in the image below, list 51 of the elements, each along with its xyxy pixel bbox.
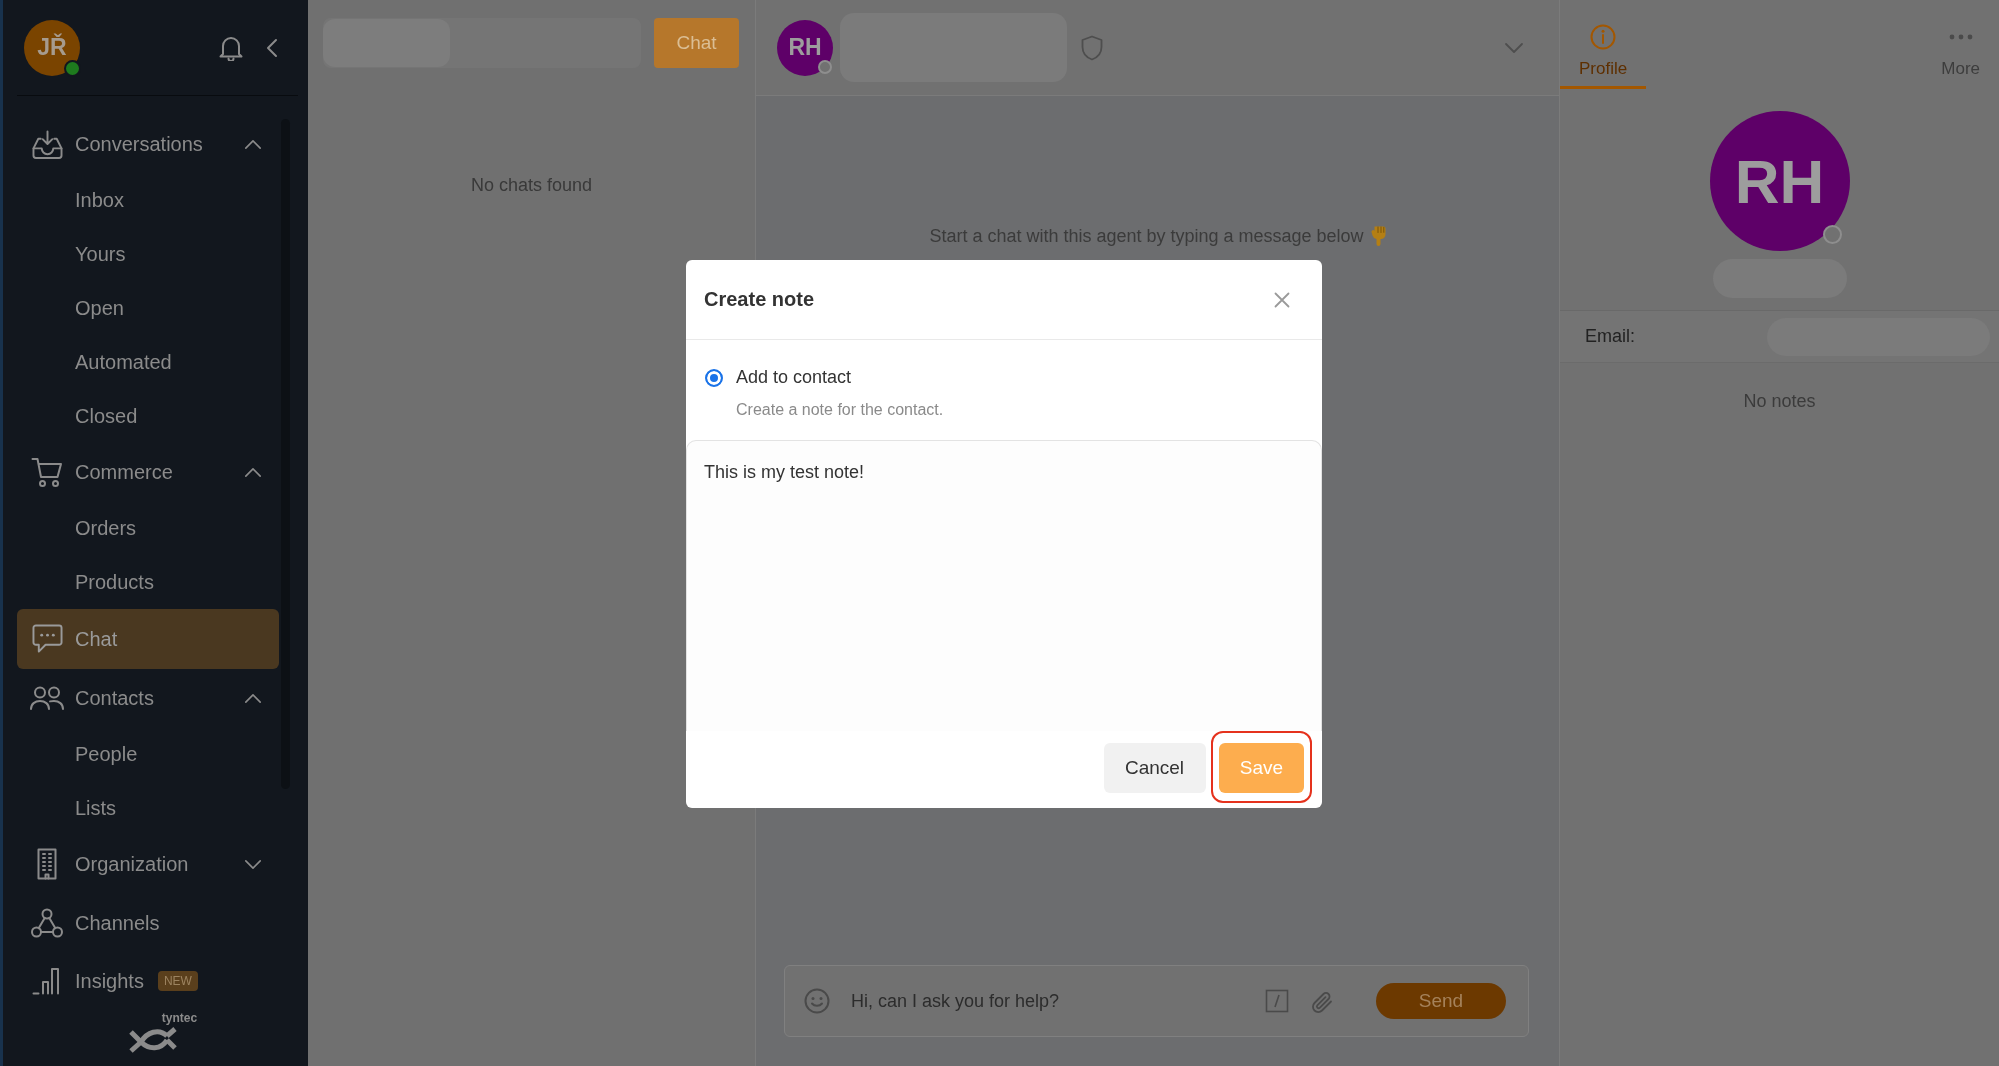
slash-box-icon[interactable]: [1265, 989, 1289, 1013]
more-dots-icon: [1948, 34, 1973, 40]
nav-item[interactable]: Insights NEW: [17, 953, 279, 1009]
dialog-title: Create note: [704, 288, 815, 311]
field-label: Email:: [1585, 326, 1635, 347]
option-description: Create a note for the contact.: [736, 400, 945, 419]
avatar: RH: [777, 19, 833, 76]
bell-icon[interactable]: [219, 34, 243, 61]
empty-state-text: No chats found: [469, 174, 594, 196]
avatar[interactable]: JŘ: [24, 19, 80, 76]
nav-item[interactable]: People: [17, 727, 279, 781]
option-label: Add to contact: [736, 367, 852, 388]
radio-button[interactable]: [705, 368, 723, 387]
chevron-down-icon[interactable]: [244, 858, 262, 870]
cancel-button[interactable]: Cancel: [1103, 743, 1206, 793]
nav-item[interactable]: Automated: [17, 335, 279, 389]
smiley-icon[interactable]: [804, 988, 830, 1014]
nav-item[interactable]: Closed: [17, 389, 279, 443]
chevron-left-icon[interactable]: [266, 37, 278, 58]
nav-item[interactable]: Organization: [17, 835, 279, 893]
nav-item[interactable]: Conversations: [17, 115, 279, 173]
nav-item[interactable]: Channels: [17, 893, 279, 953]
building-icon: [37, 848, 57, 880]
nav-item[interactable]: Yours: [17, 227, 279, 281]
cart-icon: [31, 456, 63, 488]
nav-item[interactable]: Contacts: [17, 669, 279, 727]
network-nodes-icon: [31, 908, 63, 938]
send-button[interactable]: Send: [1376, 983, 1506, 1019]
note-textarea[interactable]: This is my test note!: [686, 440, 1322, 731]
nav-item[interactable]: Inbox: [17, 173, 279, 227]
nav-item[interactable]: Commerce: [17, 443, 279, 501]
chevron-up-icon[interactable]: [244, 138, 262, 150]
message-input[interactable]: Hi, can I ask you for help?: [851, 988, 1255, 1014]
nav-item[interactable]: Lists: [17, 781, 279, 835]
nav-item[interactable]: Products: [17, 555, 279, 609]
new-badge: NEW: [157, 971, 198, 991]
nav-item[interactable]: Orders: [17, 501, 279, 555]
bar-chart-icon: [32, 967, 62, 995]
inbox-download-icon: [31, 129, 63, 159]
pointing-hand-icon: [1370, 226, 1386, 246]
avatar: RH: [1709, 111, 1850, 251]
nav-item[interactable]: Chat: [17, 609, 279, 669]
logo-text: tyntec: [161, 1011, 198, 1025]
close-icon[interactable]: [1274, 291, 1290, 308]
chevron-up-icon[interactable]: [244, 692, 262, 704]
chat-bubble-icon: [31, 624, 63, 654]
nav-item[interactable]: Open: [17, 281, 279, 335]
people-icon: [30, 686, 64, 710]
chevron-up-icon[interactable]: [244, 466, 262, 478]
info-icon: [1590, 24, 1617, 50]
shield-icon[interactable]: [1081, 34, 1103, 61]
